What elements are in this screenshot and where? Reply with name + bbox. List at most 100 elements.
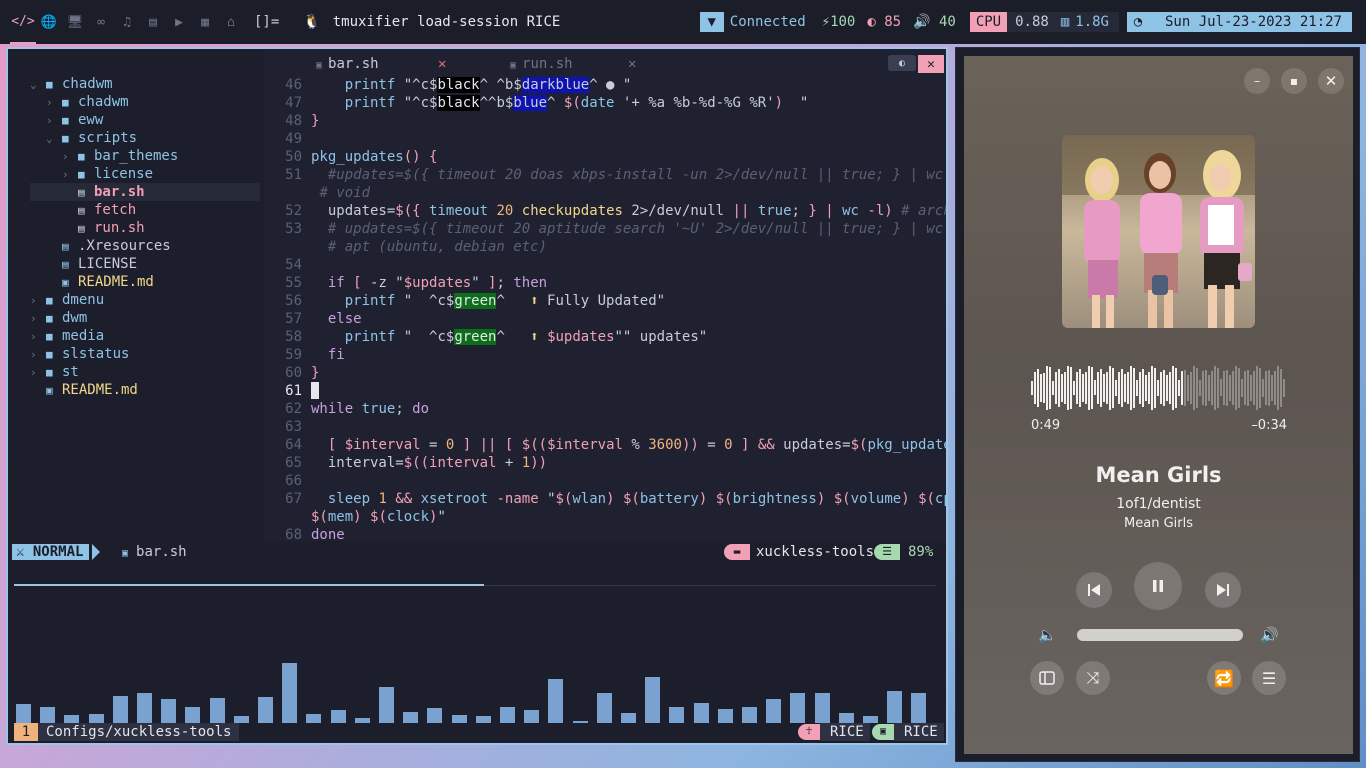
visualizer-bar bbox=[911, 693, 927, 723]
code-line[interactable]: # apt (ubuntu, debian etc) bbox=[264, 238, 946, 256]
waveform-bar bbox=[1079, 369, 1081, 407]
tree-item[interactable]: ⌄ ■ chadwm bbox=[30, 75, 260, 93]
pause-button[interactable] bbox=[1134, 562, 1182, 610]
code-line[interactable]: 58 printf " ^c$green^ ⬆ $updates"" updat… bbox=[264, 328, 946, 346]
code-line[interactable]: 67 sleep 1 && xsetroot -name "$(wlan) $(… bbox=[264, 490, 946, 508]
tree-item[interactable]: ▤ LICENSE bbox=[30, 255, 260, 273]
tree-item[interactable]: ▤ fetch bbox=[30, 201, 260, 219]
terminal-window[interactable]: ⌄ ■ chadwm › ■ chadwm › ■ eww ⌄ ■ scripts › ■ bar_them… bbox=[6, 47, 948, 745]
volume-slider[interactable] bbox=[1077, 629, 1243, 641]
workspace-4[interactable]: ∞ bbox=[88, 0, 114, 44]
code-editor[interactable]: ▣ bar.sh ✕ ▣ run.sh ✕ ◐ ✕ 46 printf "^c$bl… bbox=[264, 49, 946, 544]
code-line[interactable]: 53 # updates=$({ timeout 20 aptitude sea… bbox=[264, 220, 946, 238]
battery-value: 100 bbox=[830, 14, 856, 30]
workspace-9[interactable]: ⌂ bbox=[218, 0, 244, 44]
music-player-window: – ▪ ✕ 0:49 –0:34 Mean Girls 1of1/dentist… bbox=[955, 47, 1360, 762]
waveform-bar bbox=[1136, 380, 1138, 396]
code-line[interactable]: 54 bbox=[264, 256, 946, 274]
code-line[interactable]: 64 [ $interval = 0 ] || [ $(($interval %… bbox=[264, 436, 946, 454]
code-line[interactable]: # void bbox=[264, 184, 946, 202]
code-line[interactable]: 47 printf "^c$black^^b$blue^ $(date '+ %… bbox=[264, 94, 946, 112]
waveform-bar bbox=[1127, 371, 1129, 404]
tree-item[interactable]: › ■ media bbox=[30, 327, 260, 345]
close-button[interactable]: ✕ bbox=[1318, 68, 1344, 94]
workspace-2[interactable]: 🌐 bbox=[36, 0, 62, 44]
code-line[interactable]: 62 while true; do bbox=[264, 400, 946, 418]
code-line[interactable]: 60} bbox=[264, 364, 946, 382]
tree-item[interactable]: › ■ dmenu bbox=[30, 291, 260, 309]
shuffle-button[interactable]: ⤨ bbox=[1076, 661, 1110, 695]
code-line[interactable]: 50 pkg_updates() { bbox=[264, 148, 946, 166]
close-icon[interactable]: ✕ bbox=[918, 55, 944, 73]
code-line[interactable]: 51 #updates=$({ timeout 20 doas xbps-ins… bbox=[264, 166, 946, 184]
tree-item[interactable]: › ■ slstatus bbox=[30, 345, 260, 363]
volume-high-icon[interactable]: 🔊 bbox=[1260, 626, 1279, 644]
visualizer-bar bbox=[524, 709, 540, 723]
tab-bar-sh[interactable]: ▣ bar.sh ✕ bbox=[316, 55, 446, 73]
code-line[interactable]: 48} bbox=[264, 112, 946, 130]
tree-item[interactable]: › ■ bar_themes bbox=[30, 147, 260, 165]
tree-item[interactable]: › ■ st bbox=[30, 363, 260, 381]
line-number: 65 bbox=[285, 455, 302, 471]
tree-item-label: eww bbox=[78, 112, 104, 128]
close-tab-icon[interactable]: ✕ bbox=[628, 55, 636, 73]
sidebar-toggle-button[interactable] bbox=[1030, 661, 1064, 695]
code-line[interactable]: 56 printf " ^c$green^ ⬆ Fully Updated" bbox=[264, 292, 946, 310]
code-line[interactable]: 63 bbox=[264, 418, 946, 436]
repeat-button[interactable]: 🔁 bbox=[1207, 661, 1241, 695]
workspace-3[interactable]: 🖥 bbox=[62, 0, 88, 44]
minimize-button[interactable]: – bbox=[1244, 68, 1270, 94]
workspace-1[interactable]: </> bbox=[10, 0, 36, 44]
player-body: – ▪ ✕ 0:49 –0:34 Mean Girls 1of1/dentist… bbox=[964, 56, 1353, 754]
chevron-icon: › bbox=[62, 150, 69, 163]
close-tab-icon[interactable]: ✕ bbox=[438, 55, 446, 73]
code-line[interactable]: 68 done bbox=[264, 526, 946, 544]
waveform-bar bbox=[1133, 367, 1135, 409]
waveform-bar bbox=[1043, 372, 1045, 404]
waveform-scrubber[interactable] bbox=[1031, 363, 1287, 413]
waveform-bar bbox=[1055, 372, 1057, 404]
maximize-button[interactable]: ▪ bbox=[1281, 68, 1307, 94]
workspace-8[interactable]: ▦ bbox=[192, 0, 218, 44]
tmux-window-name[interactable]: Configs/xuckless-tools bbox=[38, 723, 240, 741]
waveform-bar bbox=[1277, 366, 1279, 410]
waveform-bar bbox=[1031, 381, 1033, 395]
tree-item[interactable]: › ■ license bbox=[30, 165, 260, 183]
code-line[interactable]: 59 fi bbox=[264, 346, 946, 364]
waveform-bar bbox=[1112, 367, 1114, 409]
volume-low-icon[interactable]: 🔈 bbox=[1038, 626, 1057, 644]
tree-item[interactable]: ▣ README.md bbox=[30, 381, 260, 399]
previous-button[interactable] bbox=[1076, 572, 1112, 608]
tab-run-sh[interactable]: ▣ run.sh ✕ bbox=[510, 55, 636, 73]
tmux-window-index[interactable]: 1 bbox=[14, 723, 38, 741]
code-line[interactable]: 49 bbox=[264, 130, 946, 148]
code-line[interactable]: 65 interval=$((interval + 1)) bbox=[264, 454, 946, 472]
code-line[interactable]: 57 else bbox=[264, 310, 946, 328]
workspace-5[interactable]: ♫ bbox=[114, 0, 140, 44]
code-line[interactable]: 55 if [ -z "$updates" ]; then bbox=[264, 274, 946, 292]
tree-item[interactable]: ▤ bar.sh bbox=[30, 183, 260, 201]
tree-item[interactable]: ▤ run.sh bbox=[30, 219, 260, 237]
toggle-icon[interactable]: ◐ bbox=[888, 55, 916, 71]
workspace-7[interactable]: ▶ bbox=[166, 0, 192, 44]
tree-item[interactable]: › ■ eww bbox=[30, 111, 260, 129]
next-button[interactable] bbox=[1205, 572, 1241, 608]
tree-item[interactable]: ⌄ ■ scripts bbox=[30, 129, 260, 147]
tree-item[interactable]: › ■ chadwm bbox=[30, 93, 260, 111]
code-line[interactable]: 66 bbox=[264, 472, 946, 490]
code-line[interactable]: 52 updates=$({ timeout 20 checkupdates 2… bbox=[264, 202, 946, 220]
visualizer-bar bbox=[742, 706, 757, 723]
tree-item[interactable]: ▣ README.md bbox=[30, 273, 260, 291]
visualizer-bar bbox=[112, 695, 128, 723]
line-number: 54 bbox=[285, 257, 302, 273]
visualizer-bar bbox=[766, 698, 782, 723]
code-line[interactable]: 61 bbox=[264, 382, 946, 400]
menu-button[interactable]: ☰ bbox=[1252, 661, 1286, 695]
layout-indicator[interactable]: []= bbox=[254, 14, 279, 30]
tree-item[interactable]: › ■ dwm bbox=[30, 309, 260, 327]
tree-item[interactable]: ▤ .Xresources bbox=[30, 237, 260, 255]
code-line[interactable]: $(mem) $(clock)" bbox=[264, 508, 946, 526]
workspace-6[interactable]: ▤ bbox=[140, 0, 166, 44]
code-line[interactable]: 46 printf "^c$black^ ^b$darkblue^ ● " bbox=[264, 76, 946, 94]
line-number: 50 bbox=[285, 149, 302, 165]
